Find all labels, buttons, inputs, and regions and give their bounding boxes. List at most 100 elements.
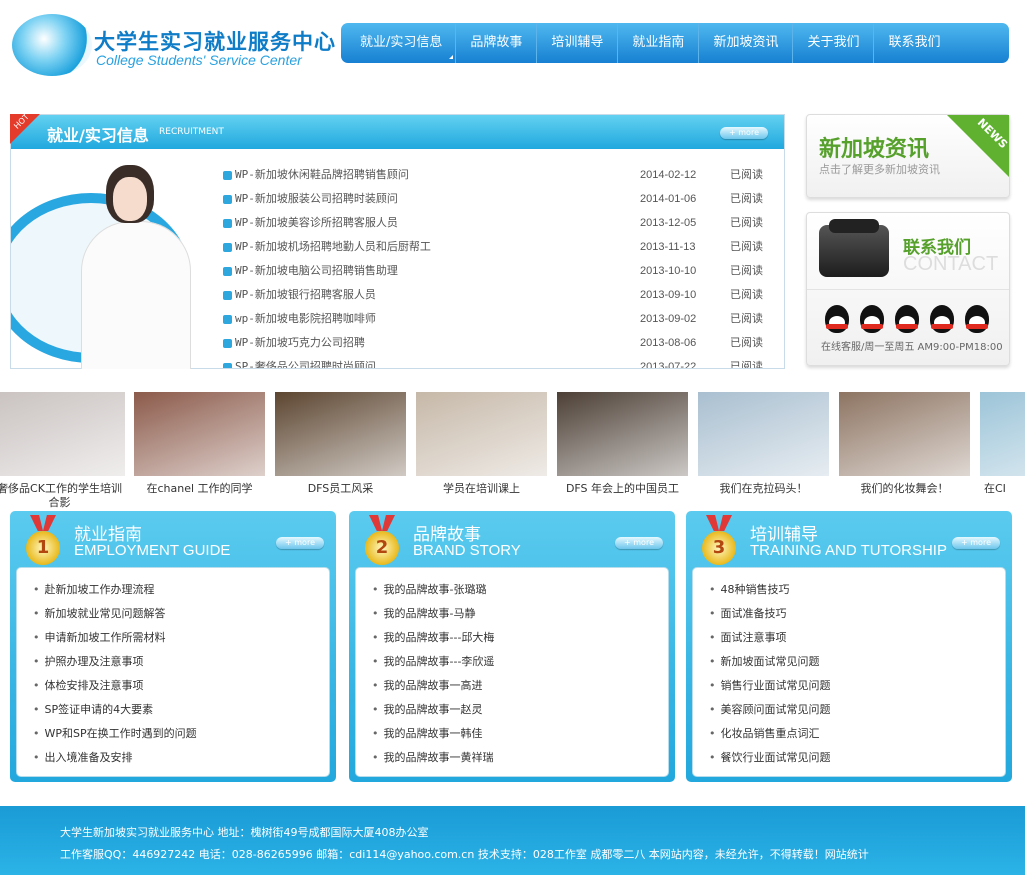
job-item[interactable]: WP-新加坡美容诊所招聘客服人员 2013-12-05 已阅读	[223, 211, 773, 235]
job-title[interactable]: WP-新加坡银行招聘客服人员	[235, 283, 376, 307]
nav-singapore-news[interactable]: 新加坡资讯	[699, 23, 794, 63]
list-item[interactable]: 销售行业面试常见问题	[709, 674, 1005, 698]
list-item[interactable]: 新加坡面试常见问题	[709, 650, 1005, 674]
gallery-item[interactable]: DFS员工风采	[275, 392, 406, 496]
gallery-photo[interactable]	[698, 392, 829, 476]
qq-chat-icon[interactable]	[825, 305, 849, 333]
job-item[interactable]: SP-奢侈品公司招聘时尚顾问 2013-07-22 已阅读	[223, 355, 773, 368]
list-item[interactable]: 申请新加坡工作所需材料	[33, 626, 329, 650]
job-title[interactable]: WP-新加坡巧克力公司招聘	[235, 331, 365, 355]
list-item[interactable]: 我的品牌故事---邱大梅	[372, 626, 668, 650]
gallery-caption[interactable]: 我们在克拉码头！	[698, 482, 829, 496]
job-item[interactable]: WP-新加坡服装公司招聘时装顾问 2014-01-06 已阅读	[223, 187, 773, 211]
gallery-item[interactable]: DFS 年会上的中国员工	[557, 392, 688, 496]
gallery-item[interactable]: 奢侈品CK工作的学生培训合影	[0, 392, 125, 510]
list-item[interactable]: 我的品牌故事-马静	[372, 602, 668, 626]
job-item[interactable]: WP-新加坡电脑公司招聘销售助理 2013-10-10 已阅读	[223, 259, 773, 283]
list-item[interactable]: 体检安排及注意事项	[33, 674, 329, 698]
recruitment-more-button[interactable]: + more	[720, 127, 768, 139]
list-item[interactable]: WP和SP在换工作时遇到的问题	[33, 722, 329, 746]
singapore-news-card[interactable]: 新加坡资讯 点击了解更多新加坡资讯 NEWS	[806, 114, 1010, 198]
job-item[interactable]: WP-新加坡巧克力公司招聘 2013-08-06 已阅读	[223, 331, 773, 355]
list-item[interactable]: 出入境准备及安排	[33, 746, 329, 770]
job-title[interactable]: SP-奢侈品公司招聘时尚顾问	[235, 355, 376, 368]
list-item[interactable]: 48种销售技巧	[709, 578, 1005, 602]
main-nav: 就业/实习信息 品牌故事 培训辅导 就业指南 新加坡资讯 关于我们 联系我们	[341, 23, 1009, 63]
gallery-caption[interactable]: 在chanel 工作的同学	[134, 482, 265, 496]
list-item[interactable]: 我的品牌故事一韩佳	[372, 722, 668, 746]
job-item[interactable]: WP-新加坡银行招聘客服人员 2013-09-10 已阅读	[223, 283, 773, 307]
recruitment-header: HOT 就业/实习信息 RECRUITMENT + more	[10, 112, 784, 149]
box-subtitle: BRAND STORY	[413, 542, 521, 559]
gallery-caption[interactable]: 在CI	[980, 482, 1025, 496]
qq-chat-icon[interactable]	[930, 305, 954, 333]
list-item[interactable]: 我的品牌故事---李欣遥	[372, 650, 668, 674]
gallery-caption[interactable]: DFS员工风采	[275, 482, 406, 496]
box-more-button[interactable]: + more	[952, 537, 1000, 549]
list-item[interactable]: 美容顾问面试常见问题	[709, 698, 1005, 722]
nav-brand-story[interactable]: 品牌故事	[456, 23, 538, 63]
nav-recruitment[interactable]: 就业/实习信息	[347, 23, 457, 63]
gallery-photo[interactable]	[134, 392, 265, 476]
list-item[interactable]: 我的品牌故事-张璐璐	[372, 578, 668, 602]
nav-employment-guide[interactable]: 就业指南	[618, 23, 700, 63]
job-read-status: 已阅读	[730, 192, 763, 205]
gallery-photo[interactable]	[275, 392, 406, 476]
job-item[interactable]: wp-新加坡电影院招聘咖啡师 2013-09-02 已阅读	[223, 307, 773, 331]
contact-subtitle: CONTACT	[903, 253, 999, 275]
job-date: 2013-08-06	[640, 337, 697, 349]
contact-card: 联系我们 CONTACT 在线客服/周一至周五 AM9:00-PM18:00	[806, 212, 1010, 366]
qq-chat-icon[interactable]	[965, 305, 989, 333]
gallery-item[interactable]: 在chanel 工作的同学	[134, 392, 265, 496]
job-title[interactable]: WP-新加坡休闲鞋品牌招聘销售顾问	[235, 163, 409, 187]
nav-training[interactable]: 培训辅导	[537, 23, 619, 63]
list-item[interactable]: SP签证申请的4大要素	[33, 698, 329, 722]
gallery-item[interactable]: 我们的化妆舞会！	[839, 392, 970, 496]
nav-about-us[interactable]: 关于我们	[793, 23, 875, 63]
gallery-caption[interactable]: 奢侈品CK工作的学生培训合影	[0, 482, 125, 510]
list-item[interactable]: 赴新加坡工作办理流程	[33, 578, 329, 602]
job-date: 2013-10-10	[640, 265, 697, 277]
gallery-photo[interactable]	[557, 392, 688, 476]
job-title[interactable]: WP-新加坡机场招聘地勤人员和后厨帮工	[235, 235, 431, 259]
gallery-photo[interactable]	[416, 392, 547, 476]
job-title[interactable]: wp-新加坡电影院招聘咖啡师	[235, 307, 376, 331]
qq-chat-icon[interactable]	[895, 305, 919, 333]
gallery-caption[interactable]: DFS 年会上的中国员工	[557, 482, 688, 496]
job-item[interactable]: WP-新加坡机场招聘地勤人员和后厨帮工 2013-11-13 已阅读	[223, 235, 773, 259]
gallery-photo[interactable]	[0, 392, 125, 476]
recruitment-panel: HOT 就业/实习信息 RECRUITMENT + more WP-新加坡休闲鞋…	[10, 112, 785, 369]
job-date: 2013-09-02	[640, 313, 697, 325]
box-subtitle: EMPLOYMENT GUIDE	[74, 542, 231, 559]
list-item[interactable]: 化妆品销售重点词汇	[709, 722, 1005, 746]
list-item[interactable]: 面试注意事项	[709, 626, 1005, 650]
qq-chat-icon[interactable]	[860, 305, 884, 333]
singapore-news-subtitle: 点击了解更多新加坡资讯	[819, 163, 940, 176]
bullet-icon	[223, 219, 232, 228]
gallery-photo[interactable]	[980, 392, 1025, 476]
gallery-item[interactable]: 我们在克拉码头！	[698, 392, 829, 496]
gallery-caption[interactable]: 学员在培训课上	[416, 482, 547, 496]
job-title[interactable]: WP-新加坡电脑公司招聘销售助理	[235, 259, 398, 283]
list-item[interactable]: 面试准备技巧	[709, 602, 1005, 626]
list-item[interactable]: 护照办理及注意事项	[33, 650, 329, 674]
box-more-button[interactable]: + more	[276, 537, 324, 549]
job-read-status: 已阅读	[730, 312, 763, 325]
list-item[interactable]: 餐饮行业面试常见问题	[709, 746, 1005, 770]
gallery-item[interactable]: 在CI	[980, 392, 1025, 496]
job-item[interactable]: WP-新加坡休闲鞋品牌招聘销售顾问 2014-02-12 已阅读	[223, 163, 773, 187]
list-item[interactable]: 我的品牌故事一黄祥瑞	[372, 746, 668, 770]
bullet-icon	[223, 363, 232, 368]
list-item[interactable]: 我的品牌故事一高进	[372, 674, 668, 698]
gallery-photo[interactable]	[839, 392, 970, 476]
site-logo[interactable]: 大学生实习就业服务中心 College Students' Service Ce…	[12, 12, 342, 84]
nav-contact-us[interactable]: 联系我们	[874, 23, 954, 63]
job-title[interactable]: WP-新加坡美容诊所招聘客服人员	[235, 211, 398, 235]
gallery-item[interactable]: 学员在培训课上	[416, 392, 547, 496]
job-title[interactable]: WP-新加坡服装公司招聘时装顾问	[235, 187, 398, 211]
list-item[interactable]: 我的品牌故事一赵灵	[372, 698, 668, 722]
medal-icon: 3	[700, 519, 738, 565]
box-more-button[interactable]: + more	[615, 537, 663, 549]
gallery-caption[interactable]: 我们的化妆舞会！	[839, 482, 970, 496]
list-item[interactable]: 新加坡就业常见问题解答	[33, 602, 329, 626]
